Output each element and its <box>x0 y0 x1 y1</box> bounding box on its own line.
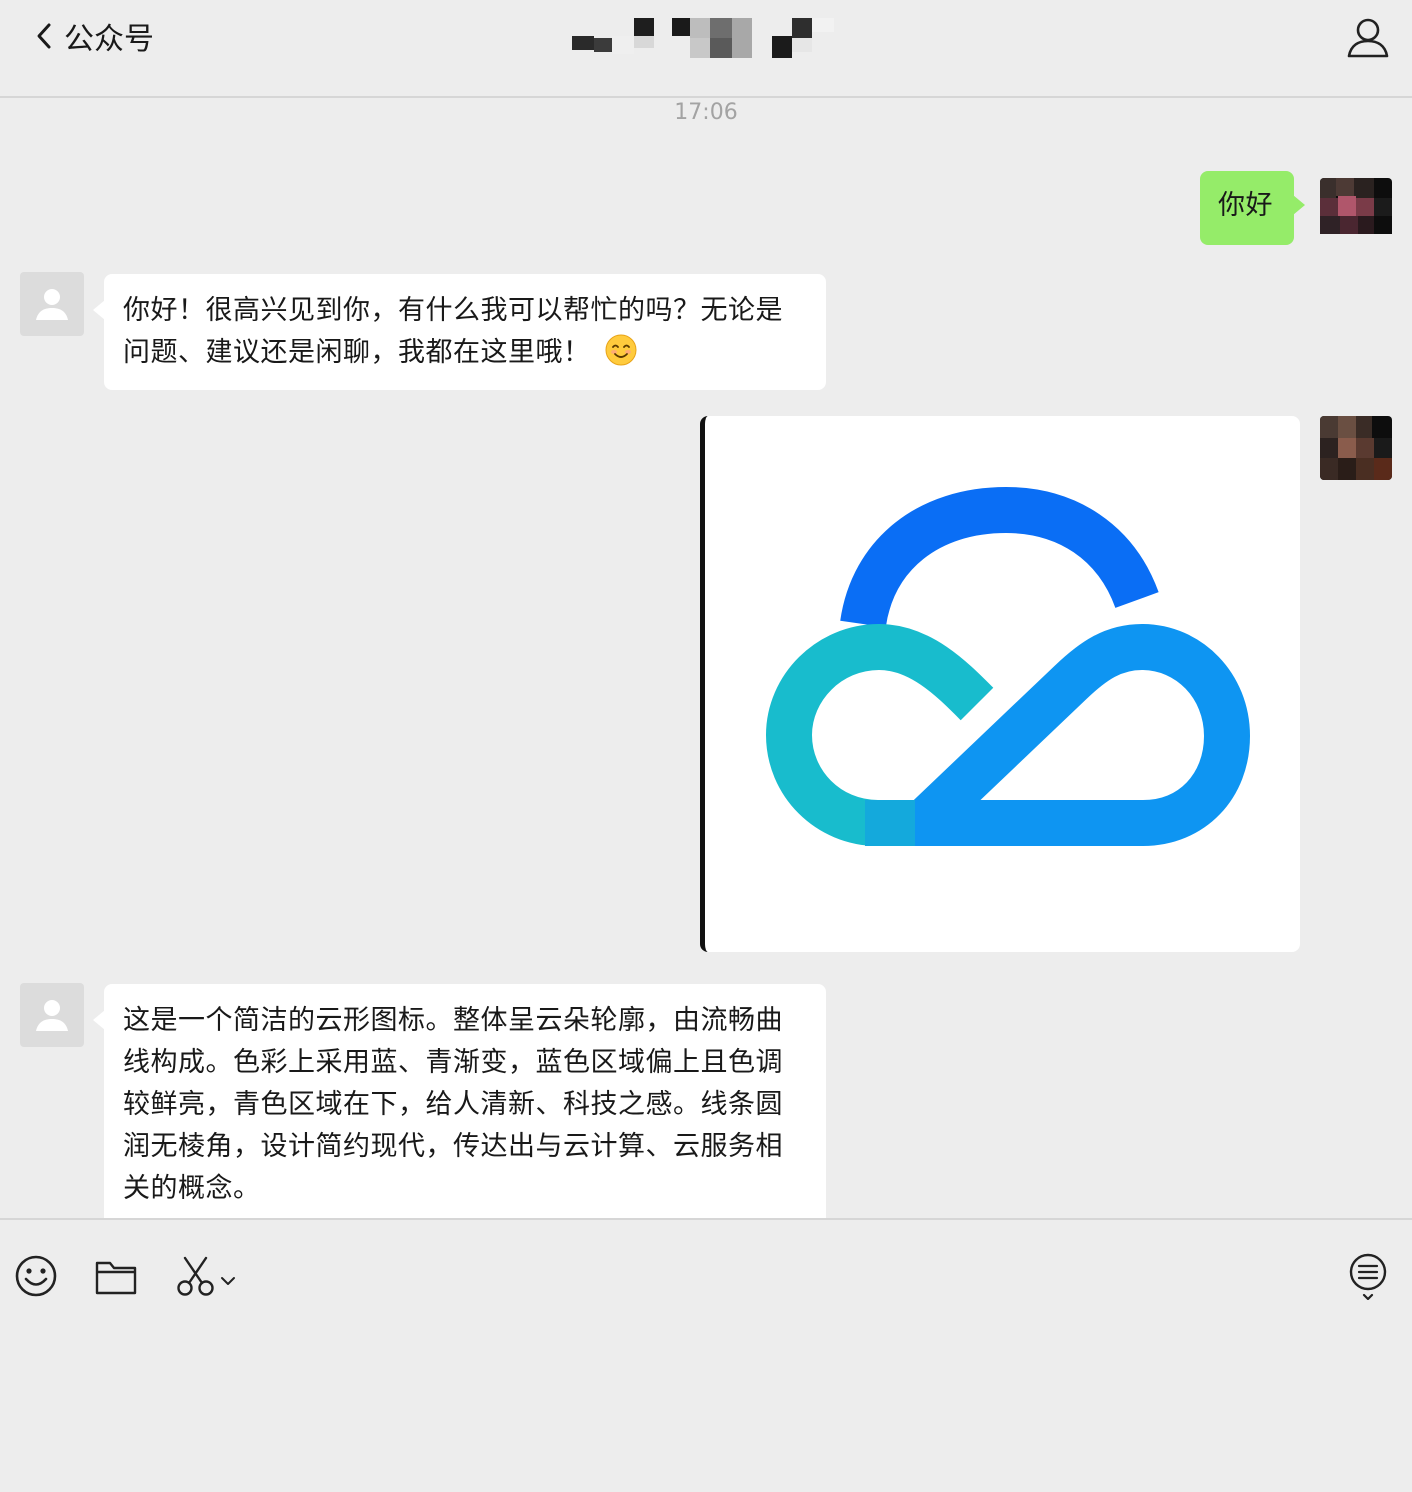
emoji-button[interactable] <box>14 1254 58 1302</box>
user-icon <box>1347 18 1389 58</box>
message-timestamp: 17:06 <box>674 100 738 125</box>
message-text: 你好 <box>1218 190 1273 221</box>
cloud-logo-image <box>765 486 1250 846</box>
outgoing-message[interactable]: 你好 <box>1200 171 1305 245</box>
default-avatar-icon <box>36 1000 68 1031</box>
profile-button[interactable] <box>1344 14 1392 62</box>
screenshot-button[interactable] <box>176 1254 216 1302</box>
screenshot-options-button[interactable] <box>220 1272 236 1291</box>
emoji-icon <box>15 1255 57 1297</box>
incoming-message[interactable]: 这是一个简洁的云形图标。整体呈云朵轮廓，由流畅曲线构成。色彩上采用蓝、青渐变，蓝… <box>93 984 826 1218</box>
chevron-left-icon <box>37 23 51 49</box>
smiling-face-emoji <box>605 334 636 366</box>
file-button[interactable] <box>94 1258 138 1300</box>
chat-history-icon <box>1349 1253 1387 1301</box>
incoming-message[interactable]: 你好！很高兴见到你，有什么我可以帮忙的吗？无论是问题、建议还是闲聊，我都在这里哦… <box>93 274 826 390</box>
chat-history-button[interactable] <box>1348 1252 1388 1304</box>
input-toolbar <box>0 1218 1412 1492</box>
avatar-pixelated <box>1320 178 1392 234</box>
scissors-icon <box>177 1256 214 1296</box>
bot-avatar[interactable] <box>20 272 84 336</box>
back-label: 公众号 <box>64 22 154 57</box>
avatar-pixelated <box>1320 416 1392 480</box>
outgoing-image-message[interactable] <box>700 416 1300 952</box>
chevron-down-icon <box>221 1277 235 1285</box>
chat-title-pixelated <box>572 18 834 58</box>
default-avatar-icon <box>36 289 68 320</box>
folder-icon <box>95 1261 137 1295</box>
my-avatar[interactable] <box>1320 416 1392 480</box>
my-avatar[interactable] <box>1320 178 1392 242</box>
message-text: 你好！很高兴见到你，有什么我可以帮忙的吗？无论是问题、建议还是闲聊，我都在这里哦… <box>123 295 783 368</box>
message-text: 这是一个简洁的云形图标。整体呈云朵轮廓，由流畅曲线构成。色彩上采用蓝、青渐变，蓝… <box>123 1005 783 1204</box>
bot-avatar[interactable] <box>20 983 84 1047</box>
chat-header: 公众号 <box>0 0 1412 98</box>
back-button[interactable]: 公众号 <box>34 14 154 58</box>
